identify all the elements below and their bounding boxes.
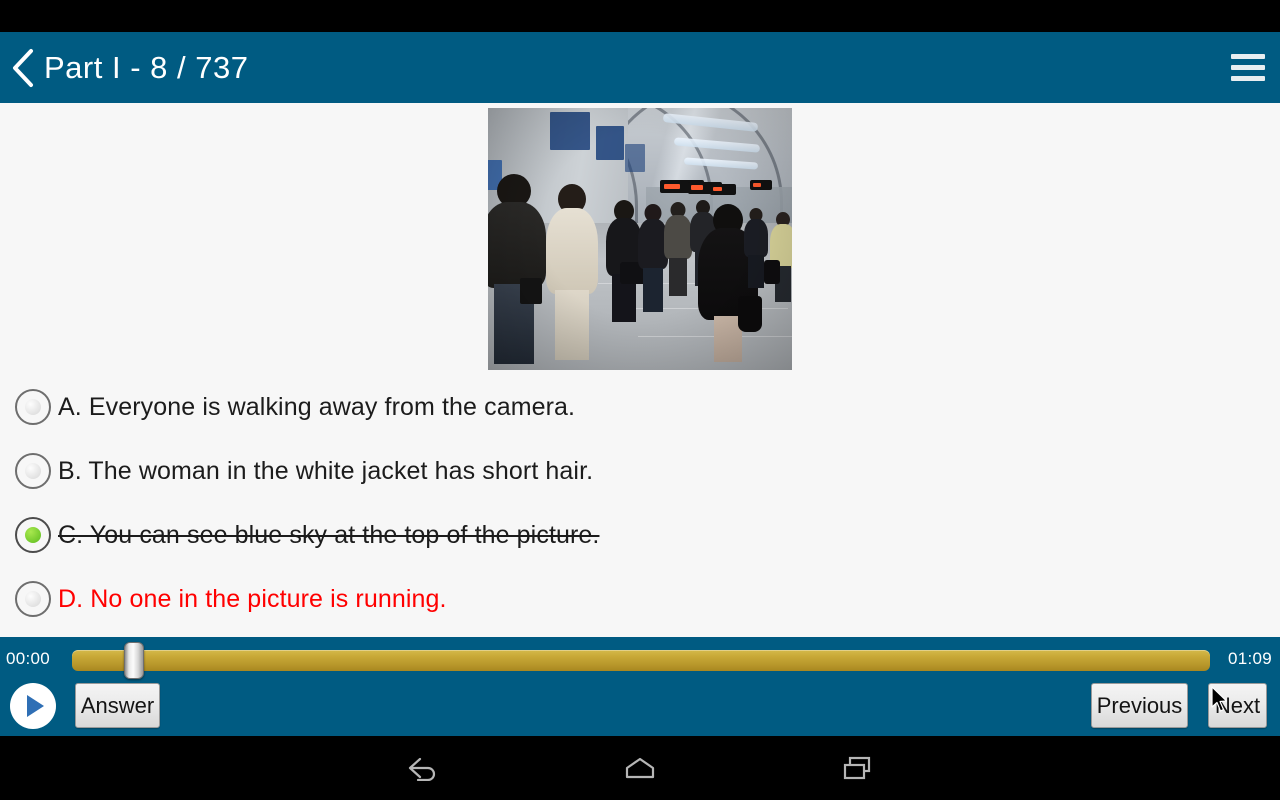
option-row-c[interactable]: C. You can see blue sky at the top of th… bbox=[0, 503, 1280, 567]
seek-track[interactable] bbox=[72, 650, 1210, 671]
option-label-d: D. No one in the picture is running. bbox=[58, 584, 447, 613]
radio-dot-d bbox=[25, 591, 41, 607]
chevron-left-icon[interactable] bbox=[0, 32, 46, 103]
next-button[interactable]: Next bbox=[1208, 683, 1267, 728]
option-row-a[interactable]: A. Everyone is walking away from the cam… bbox=[0, 375, 1280, 439]
radio-dot-a bbox=[25, 399, 41, 415]
android-status-bar bbox=[0, 0, 1280, 32]
player-controls: Answer Previous Next bbox=[0, 680, 1280, 736]
android-recents-icon[interactable] bbox=[812, 736, 902, 800]
seek-thumb[interactable] bbox=[124, 642, 144, 679]
radio-dot-b bbox=[25, 463, 41, 479]
radio-option-b[interactable] bbox=[15, 453, 51, 489]
previous-button[interactable]: Previous bbox=[1091, 683, 1188, 728]
android-home-icon[interactable] bbox=[595, 736, 685, 800]
page-title: Part I - 8 / 737 bbox=[44, 49, 249, 85]
app-header: Part I - 8 / 737 bbox=[0, 32, 1280, 103]
option-row-d[interactable]: D. No one in the picture is running. bbox=[0, 567, 1280, 631]
play-triangle-icon bbox=[27, 695, 44, 717]
android-nav-bar bbox=[0, 736, 1280, 800]
app-root: Part I - 8 / 737 A. Everyone is walking … bbox=[0, 0, 1280, 800]
question-image bbox=[488, 108, 792, 370]
android-back-icon[interactable] bbox=[378, 736, 468, 800]
seek-row: 00:00 01:09 bbox=[0, 637, 1280, 680]
play-button[interactable] bbox=[10, 683, 56, 729]
radio-option-c[interactable] bbox=[15, 517, 51, 553]
menu-bar-3 bbox=[1231, 76, 1265, 81]
menu-bar-2 bbox=[1231, 65, 1265, 70]
total-time-label: 01:09 bbox=[1227, 648, 1272, 668]
radio-option-a[interactable] bbox=[15, 389, 51, 425]
menu-bar-1 bbox=[1231, 54, 1265, 59]
photo-vignette bbox=[488, 108, 792, 370]
radio-option-d[interactable] bbox=[15, 581, 51, 617]
question-content: A. Everyone is walking away from the cam… bbox=[0, 103, 1280, 637]
current-time-label: 00:00 bbox=[6, 648, 51, 668]
option-label-b: B. The woman in the white jacket has sho… bbox=[58, 456, 594, 485]
answer-button[interactable]: Answer bbox=[75, 683, 160, 728]
audio-player-bar: 00:00 01:09 Answer Previous Next bbox=[0, 637, 1280, 736]
station-photo bbox=[488, 108, 792, 370]
answer-options: A. Everyone is walking away from the cam… bbox=[0, 375, 1280, 631]
option-label-c: C. You can see blue sky at the top of th… bbox=[58, 520, 600, 549]
option-label-a: A. Everyone is walking away from the cam… bbox=[58, 392, 576, 421]
hamburger-menu-icon[interactable] bbox=[1216, 32, 1280, 103]
seek-bar[interactable] bbox=[62, 637, 1216, 680]
radio-dot-c bbox=[25, 527, 41, 543]
option-row-b[interactable]: B. The woman in the white jacket has sho… bbox=[0, 439, 1280, 503]
